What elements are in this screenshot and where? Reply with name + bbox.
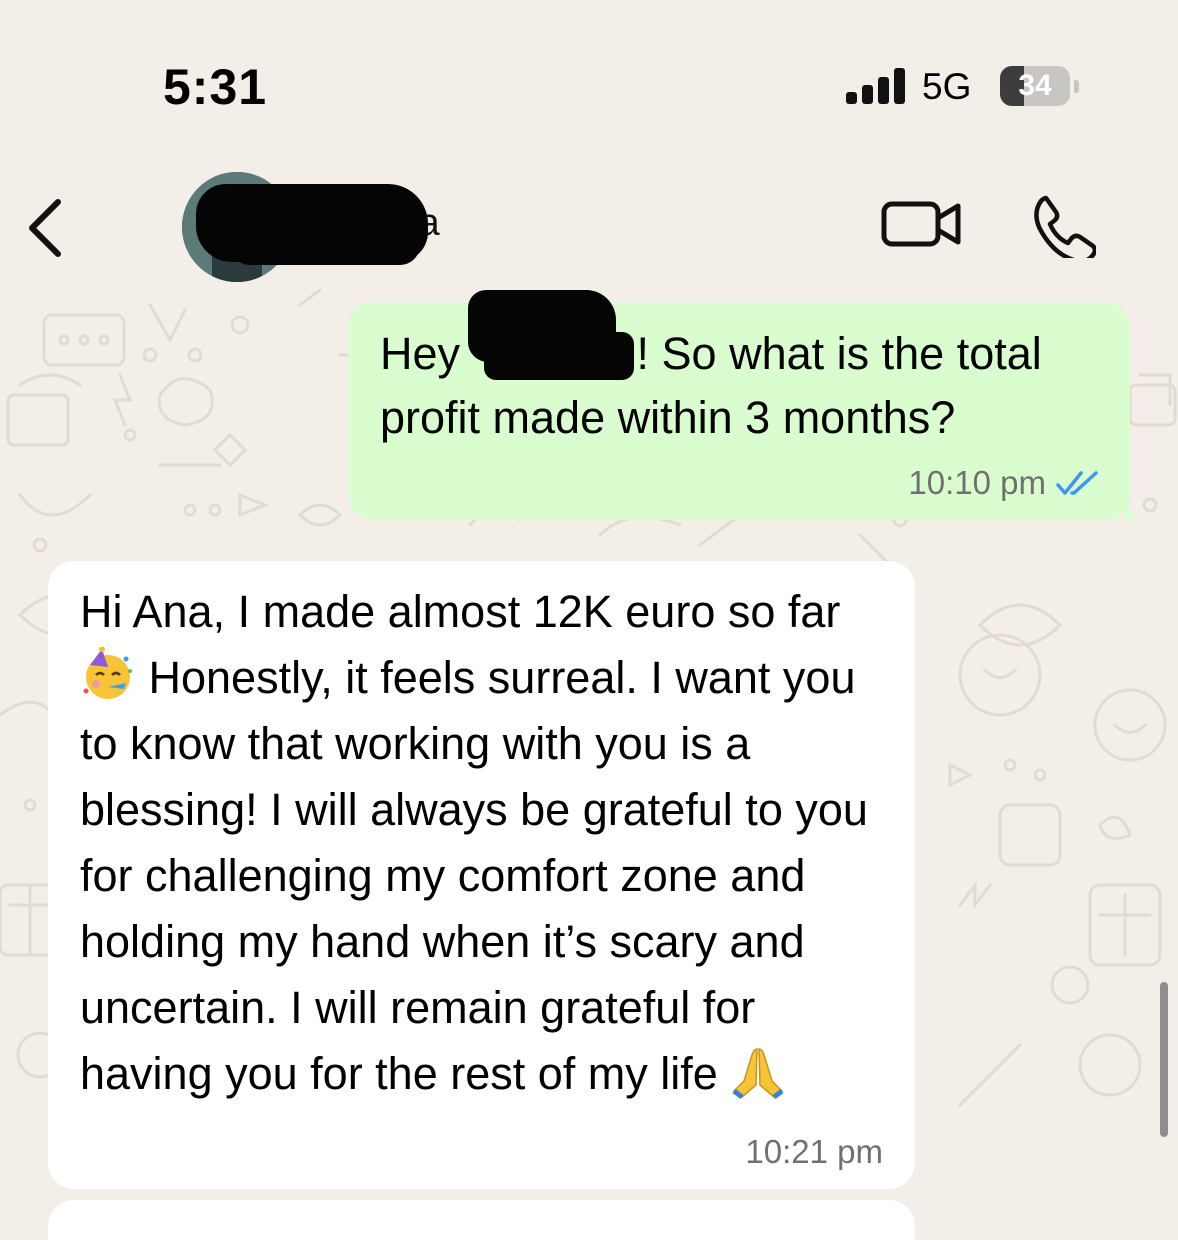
battery-nub	[1074, 80, 1079, 93]
message-text: Hi Ana, I made almost 12K euro so far Ho…	[80, 579, 892, 1107]
incoming-message[interactable]: Hi Ana, I made almost 12K euro so far Ho…	[48, 561, 915, 1189]
battery-icon: 34	[1000, 66, 1070, 106]
message-time: 10:21 pm	[745, 1133, 883, 1170]
scrollbar[interactable]	[1160, 982, 1168, 1137]
message-time: 10:10 pm	[908, 464, 1046, 501]
redaction-mark	[484, 332, 634, 380]
chat-header: ia	[0, 150, 1178, 290]
outgoing-message[interactable]: Hey ! So what is the total profit made w…	[348, 290, 1144, 520]
message-text-part: Hi Ana, I made almost 12K euro so far	[80, 586, 841, 637]
message-text-part: Hey	[380, 328, 473, 379]
video-camera-icon[interactable]	[880, 198, 964, 250]
status-bar: 5:31 5G 34	[0, 0, 1178, 130]
chevron-left-icon[interactable]	[24, 198, 64, 258]
folded-hands-emoji-icon	[732, 1048, 784, 1099]
phone-icon[interactable]	[1030, 192, 1096, 258]
message-text-part: Honestly, it feels surreal. I want you t…	[80, 652, 868, 1099]
battery-percent: 34	[1018, 69, 1052, 102]
partying-face-emoji-icon	[83, 647, 132, 699]
message-meta: 10:10 pm	[908, 464, 1100, 502]
double-check-icon	[1056, 471, 1098, 495]
network-type: 5G	[922, 66, 972, 107]
next-message-bubble[interactable]	[48, 1200, 915, 1240]
bubble-tail	[1124, 496, 1144, 520]
redaction-mark	[230, 220, 420, 265]
cellular-signal-icon	[846, 68, 905, 104]
status-time: 5:31	[163, 59, 268, 115]
